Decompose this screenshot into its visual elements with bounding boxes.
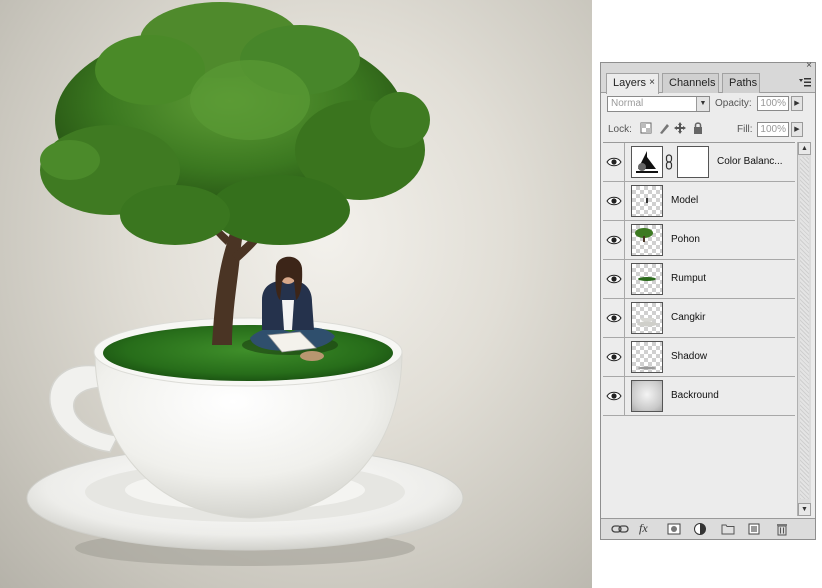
blend-mode-select[interactable]: Normal ▼ [607, 96, 710, 112]
layers-panel: × Layers × Channels Paths Normal ▼ Opaci… [600, 61, 816, 540]
visibility-toggle[interactable] [603, 260, 625, 298]
layer-row[interactable]: Cangkir [603, 299, 795, 338]
lock-position-move-icon[interactable] [673, 121, 687, 135]
scroll-up-button[interactable]: ▲ [798, 142, 811, 155]
tab-layers[interactable]: Layers × [606, 73, 659, 94]
layer-row[interactable]: Color Balanc... [603, 143, 795, 182]
new-layer-icon[interactable] [747, 522, 761, 536]
layer-row[interactable]: Rumput [603, 260, 795, 299]
tab-label-paths: Paths [729, 77, 758, 89]
document-canvas[interactable] [0, 0, 592, 588]
fx-icon[interactable]: fx [639, 521, 659, 535]
visibility-toggle[interactable] [603, 299, 625, 337]
fill-input[interactable]: 100% [757, 122, 789, 137]
layers-toolbar: fx [601, 518, 815, 539]
scroll-track[interactable] [800, 157, 809, 499]
tab-paths[interactable]: Paths [722, 73, 760, 93]
visibility-toggle[interactable] [603, 338, 625, 376]
grass-thumbnail[interactable] [631, 263, 663, 295]
tab-label-layers: Layers [613, 77, 647, 89]
opacity-input[interactable]: 100% [757, 96, 789, 111]
lock-label: Lock: [608, 124, 632, 135]
opacity-slider-button[interactable]: ▶ [791, 96, 803, 111]
visibility-toggle[interactable] [603, 221, 625, 259]
layer-name: Shadow [671, 351, 708, 362]
layer-row[interactable]: Pohon [603, 221, 795, 260]
layer-name: Rumput [671, 273, 707, 284]
fill-label: Fill: [737, 124, 753, 135]
new-group-icon[interactable] [721, 522, 735, 536]
eye-icon[interactable] [606, 156, 622, 168]
blend-mode-value: Normal [611, 98, 644, 109]
shadow-thumbnail[interactable] [631, 341, 663, 373]
layer-mask-thumbnail[interactable] [677, 146, 709, 178]
add-mask-icon[interactable] [667, 522, 681, 536]
tab-channels[interactable]: Channels [662, 73, 719, 93]
layer-list-scrollbar[interactable]: ▲ ▼ [797, 142, 811, 516]
model-thumbnail[interactable] [631, 185, 663, 217]
visibility-toggle[interactable] [603, 182, 625, 220]
model-figure [242, 256, 338, 361]
layer-row[interactable]: Model [603, 182, 795, 221]
eye-icon[interactable] [606, 195, 622, 207]
grass [103, 325, 393, 381]
color-balance-icon[interactable] [631, 146, 663, 178]
tree-foliage [40, 2, 430, 245]
mask-link-icon[interactable] [665, 154, 673, 170]
panel-menu-icon[interactable] [799, 76, 811, 88]
layer-name: Backround [671, 390, 719, 401]
layer-name: Model [671, 195, 699, 206]
chevron-down-icon[interactable]: ▼ [696, 97, 709, 111]
lock-image-brush-icon[interactable] [657, 121, 671, 135]
layer-row[interactable]: Backround [603, 377, 795, 416]
gradient-thumbnail[interactable] [631, 380, 663, 412]
tree-thumbnail[interactable] [631, 224, 663, 256]
eye-icon[interactable] [606, 390, 622, 402]
link-layers-icon[interactable] [611, 522, 629, 536]
visibility-toggle[interactable] [603, 143, 625, 181]
eye-icon[interactable] [606, 312, 622, 324]
layer-name: Cangkir [671, 312, 706, 323]
layer-row[interactable]: Shadow [603, 338, 795, 377]
trash-icon[interactable] [775, 522, 789, 536]
eye-icon[interactable] [606, 351, 622, 363]
panel-close-button[interactable]: × [806, 61, 812, 71]
lock-all-icon[interactable] [691, 121, 705, 135]
layer-list: Color Balanc... Model Pohon Rumput Cangk… [603, 142, 795, 516]
visibility-toggle[interactable] [603, 377, 625, 415]
layer-name: Color Balanc... [717, 156, 783, 167]
fill-slider-button[interactable]: ▶ [791, 122, 803, 137]
opacity-label: Opacity: [715, 98, 752, 109]
eye-icon[interactable] [606, 234, 622, 246]
eye-icon[interactable] [606, 273, 622, 285]
scroll-down-button[interactable]: ▼ [798, 503, 811, 516]
layer-name: Pohon [671, 234, 700, 245]
artwork [26, 2, 464, 566]
tab-close-icon[interactable]: × [649, 77, 655, 88]
cup-thumbnail[interactable] [631, 302, 663, 334]
panel-tabs: Layers × Channels Paths [601, 71, 815, 94]
adjustment-layer-icon[interactable] [693, 522, 707, 536]
lock-transparency-icon[interactable] [639, 121, 653, 135]
panel-title-bar[interactable]: × [601, 61, 815, 71]
tab-label-channels: Channels [669, 77, 716, 89]
